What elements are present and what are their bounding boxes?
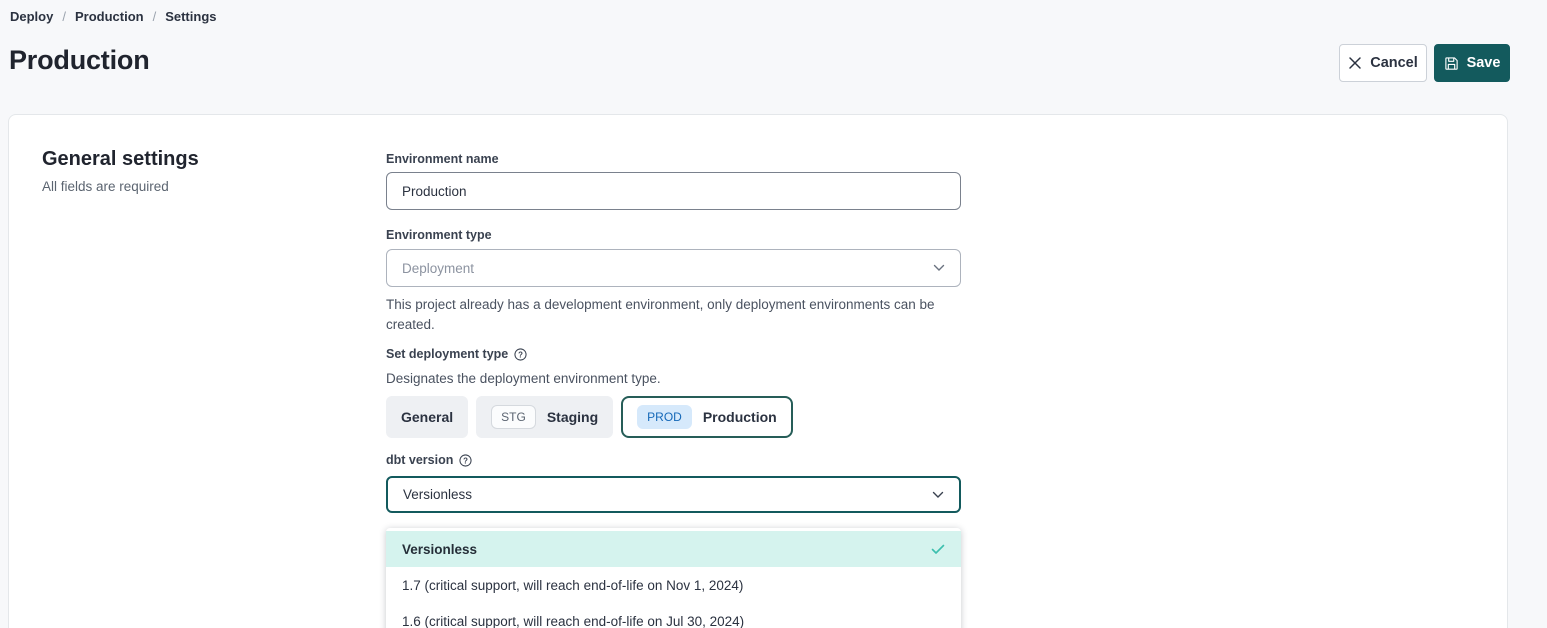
breadcrumb-deploy[interactable]: Deploy [10,9,53,24]
deployment-type-general-button[interactable]: General [386,396,468,438]
deployment-type-production-button[interactable]: PROD Production [621,396,793,438]
dropdown-option-label: 1.7 (critical support, will reach end-of… [402,578,743,593]
deployment-type-general-label: General [401,409,453,425]
environment-type-label: Environment type [386,228,492,242]
breadcrumb-separator: / [62,9,66,24]
environment-name-input[interactable] [386,172,961,210]
chevron-down-icon [933,264,945,272]
deployment-type-label-row: Set deployment type ? [386,347,527,361]
prod-badge: PROD [637,405,692,429]
breadcrumb-separator: / [153,9,157,24]
close-icon [1348,56,1362,70]
dbt-version-label: dbt version [386,453,453,467]
environment-type-help-text: This project already has a development e… [386,295,941,335]
question-circle-icon[interactable]: ? [459,454,472,467]
section-title: General settings [42,148,199,171]
svg-text:?: ? [463,456,468,465]
svg-text:?: ? [518,350,523,359]
dbt-version-label-row: dbt version ? [386,453,472,467]
dropdown-option-label: Versionless [402,542,477,557]
save-button-label: Save [1467,55,1501,71]
cancel-button-label: Cancel [1370,55,1418,71]
environment-type-value: Deployment [402,261,474,276]
environment-name-label: Environment name [386,152,499,166]
dbt-version-dropdown-menu: Versionless 1.7 (critical support, will … [386,528,961,628]
dropdown-option-label: 1.6 (critical support, will reach end-of… [402,614,744,628]
floppy-disk-icon [1444,56,1459,71]
dropdown-option-versionless[interactable]: Versionless [386,531,961,567]
question-circle-icon[interactable]: ? [514,348,527,361]
breadcrumb-settings: Settings [165,9,216,24]
dbt-version-select[interactable]: Versionless [386,476,961,513]
section-subtitle: All fields are required [42,179,169,194]
page-title: Production [9,45,150,76]
deployment-type-options: General STG Staging PROD Production [386,396,793,438]
dbt-version-value: Versionless [403,487,472,502]
deployment-type-label: Set deployment type [386,347,508,361]
check-icon [931,544,945,555]
environment-type-select: Deployment [386,249,961,287]
dropdown-option-1-6[interactable]: 1.6 (critical support, will reach end-of… [386,603,961,628]
environment-settings-page: Deploy / Production / Settings Productio… [0,0,1547,628]
deployment-type-staging-label: Staging [547,409,598,425]
staging-badge: STG [491,405,536,429]
breadcrumb: Deploy / Production / Settings [10,9,217,24]
deployment-type-production-label: Production [703,409,777,425]
deployment-type-staging-button[interactable]: STG Staging [476,396,613,438]
cancel-button[interactable]: Cancel [1339,44,1427,82]
chevron-down-icon [932,491,944,499]
deployment-type-description: Designates the deployment environment ty… [386,371,661,386]
breadcrumb-production[interactable]: Production [75,9,144,24]
dropdown-option-1-7[interactable]: 1.7 (critical support, will reach end-of… [386,567,961,603]
general-settings-card: General settings All fields are required… [8,114,1508,628]
save-button[interactable]: Save [1434,44,1510,82]
